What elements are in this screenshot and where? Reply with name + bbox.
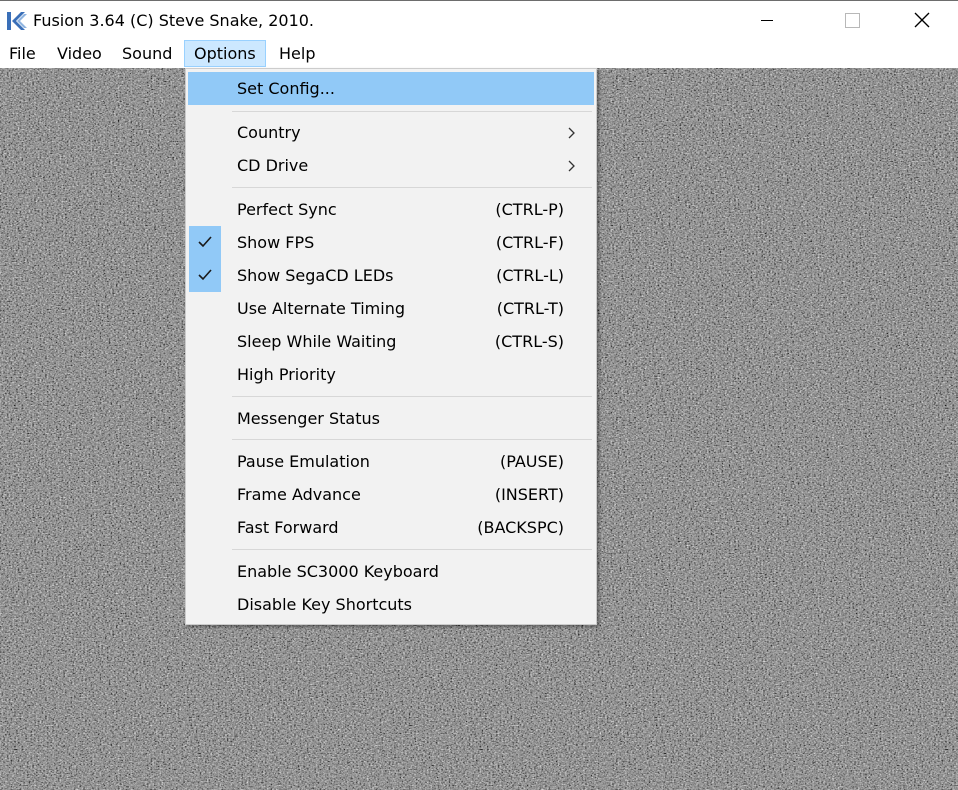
perfect-sync-label: Perfect Sync [237, 200, 337, 219]
submenu-arrow-icon [568, 127, 575, 139]
country-label: Country [237, 123, 301, 142]
menu-bar: File Video Sound Options Help [0, 39, 958, 68]
menu-item-show-segacd-leds[interactable]: Show SegaCD LEDs (CTRL-L) [188, 259, 594, 292]
menu-item-frame-advance[interactable]: Frame Advance (INSERT) [188, 478, 594, 511]
sleep-while-waiting-shortcut: (CTRL-S) [494, 332, 564, 351]
menu-item-messenger-status[interactable]: Messenger Status [188, 402, 594, 435]
fusion-app-icon [6, 10, 28, 32]
minimize-button[interactable] [731, 1, 777, 39]
menu-video[interactable]: Video [48, 40, 111, 67]
cd-drive-label: CD Drive [237, 156, 309, 175]
menu-item-pause-emulation[interactable]: Pause Emulation (PAUSE) [188, 445, 594, 478]
maximize-button[interactable] [829, 1, 875, 39]
close-button[interactable] [899, 1, 945, 39]
high-priority-label: High Priority [237, 365, 336, 384]
sleep-while-waiting-label: Sleep While Waiting [237, 332, 397, 351]
maximize-icon [845, 13, 860, 28]
title-bar[interactable]: Fusion 3.64 (C) Steve Snake, 2010. [0, 0, 958, 39]
pause-emulation-label: Pause Emulation [237, 452, 370, 471]
menu-separator [232, 111, 592, 112]
frame-advance-label: Frame Advance [237, 485, 361, 504]
menu-separator [232, 549, 592, 550]
menu-item-set-config[interactable]: Set Config... [188, 72, 594, 105]
menu-sound[interactable]: Sound [113, 40, 181, 67]
window-title: Fusion 3.64 (C) Steve Snake, 2010. [33, 11, 315, 30]
show-segacd-leds-label: Show SegaCD LEDs [237, 266, 394, 285]
enable-sc3000-keyboard-label: Enable SC3000 Keyboard [237, 562, 439, 581]
options-dropdown-menu: Set Config... Country CD Drive Perfect S… [185, 68, 597, 625]
set-config-label: Set Config... [237, 79, 335, 98]
perfect-sync-shortcut: (CTRL-P) [495, 200, 564, 219]
menu-item-cd-drive[interactable]: CD Drive [188, 149, 594, 182]
menu-file[interactable]: File [0, 40, 45, 67]
disable-key-shortcuts-label: Disable Key Shortcuts [237, 595, 413, 614]
close-icon [914, 12, 930, 28]
submenu-arrow-icon [568, 160, 575, 172]
menu-item-perfect-sync[interactable]: Perfect Sync (CTRL-P) [188, 193, 594, 226]
menu-separator [232, 187, 592, 188]
menu-item-enable-sc3000-keyboard[interactable]: Enable SC3000 Keyboard [188, 555, 594, 588]
checkmark-icon [189, 226, 221, 259]
menu-help[interactable]: Help [270, 40, 324, 67]
menu-item-use-alternate-timing[interactable]: Use Alternate Timing (CTRL-T) [188, 292, 594, 325]
use-alternate-timing-shortcut: (CTRL-T) [496, 299, 564, 318]
show-fps-shortcut: (CTRL-F) [495, 233, 564, 252]
fast-forward-shortcut: (BACKSPC) [477, 518, 564, 537]
fast-forward-label: Fast Forward [237, 518, 339, 537]
menu-item-disable-key-shortcuts[interactable]: Disable Key Shortcuts [188, 588, 594, 621]
menu-item-high-priority[interactable]: High Priority [188, 358, 594, 391]
menu-options[interactable]: Options [184, 40, 266, 67]
menu-separator [232, 439, 592, 440]
minimize-icon [761, 20, 773, 21]
frame-advance-shortcut: (INSERT) [494, 485, 564, 504]
checkmark-icon [189, 259, 221, 292]
menu-item-fast-forward[interactable]: Fast Forward (BACKSPC) [188, 511, 594, 544]
menu-separator [232, 396, 592, 397]
emulator-window: Fusion 3.64 (C) Steve Snake, 2010. File … [0, 0, 958, 790]
show-fps-label: Show FPS [237, 233, 315, 252]
use-alternate-timing-label: Use Alternate Timing [237, 299, 405, 318]
messenger-status-label: Messenger Status [237, 409, 380, 428]
menu-item-country[interactable]: Country [188, 116, 594, 149]
menu-item-sleep-while-waiting[interactable]: Sleep While Waiting (CTRL-S) [188, 325, 594, 358]
pause-emulation-shortcut: (PAUSE) [499, 452, 564, 471]
show-segacd-leds-shortcut: (CTRL-L) [496, 266, 564, 285]
menu-item-show-fps[interactable]: Show FPS (CTRL-F) [188, 226, 594, 259]
